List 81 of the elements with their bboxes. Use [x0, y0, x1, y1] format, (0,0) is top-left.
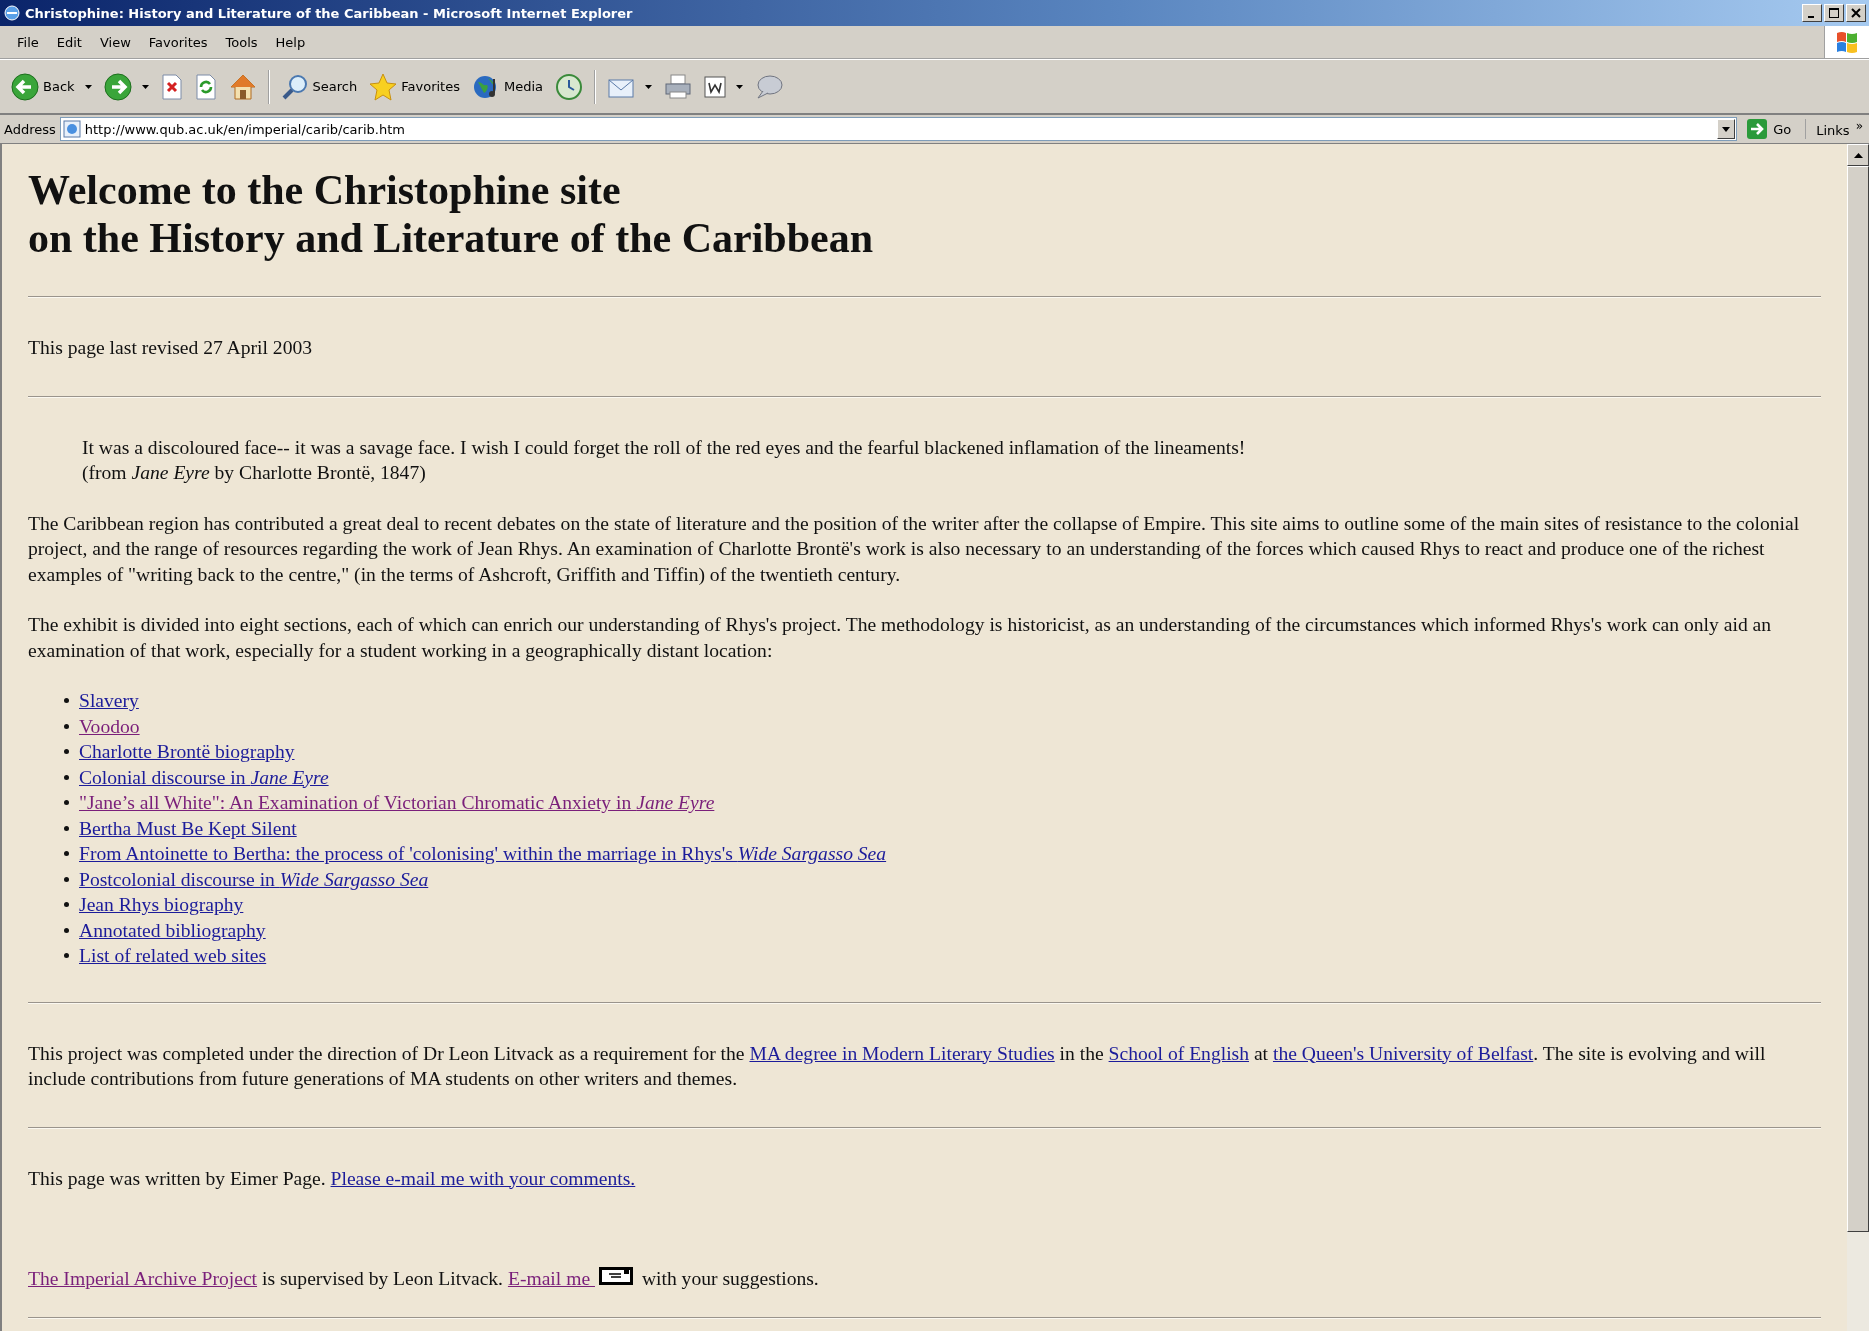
- bullet: [64, 774, 69, 780]
- menu-item[interactable]: Help: [266, 34, 315, 50]
- section-link[interactable]: Postcolonial discourse in Wide Sargasso Sea: [79, 866, 429, 892]
- paragraph: The Imperial Archive Project is supervised by Leon Litvack. E-mail me with your suggestions.: [28, 1266, 820, 1291]
- bullet: [64, 851, 69, 857]
- page-icon: [62, 120, 81, 138]
- home-icon: [228, 72, 257, 101]
- paragraph: The exhibit is divided into eight sections, each of which can enrich our understanding of Rhys's project. The methodology is historicist, as an understanding of the circumstances which informed Rhys's work can only aid an examination of that work, especially for a student working in a geographically distant location:: [28, 613, 1773, 663]
- quotation: It was a discoloured face-- it was a savage face. I wish I could forget the roll of the red eyes and the fearful blackened inflamation of the lineaments!: [82, 435, 1247, 460]
- caret-icon: [736, 84, 743, 89]
- document-icon: [704, 75, 726, 98]
- flag-logo-icon: [1834, 29, 1860, 55]
- menu-item[interactable]: File: [8, 34, 48, 50]
- quotation: (from Jane Eyre by Charlotte Brontë, 1847): [82, 461, 427, 485]
- link[interactable]: MA degree in Modern Literary Studies: [749, 1042, 1055, 1064]
- section-link[interactable]: From Antoinette to Bertha: the process of 'colonising' within the marriage in Rhys's Wide Sargasso Sea: [79, 841, 887, 867]
- paragraph: The Caribbean region has contributed a great deal to recent debates on the state of literature and the position of the writer after the collapse of Empire. This site aims to outline some of the main sites of resistance to the colonial project, and the range of resources regarding the work of Jean Rhys. An examination of Charlotte Brontë's work is also necessary to an understanding of the forces which caused Rhys to react and produce one of the richest examples of "writing back to the centre," (in the terms of Ashcroft, Griffith and Tiffin) of the twentieth century.: [28, 511, 1801, 587]
- menu-item[interactable]: Favorites: [139, 34, 217, 50]
- caret-icon: [141, 84, 149, 89]
- menu-item[interactable]: Edit: [47, 34, 91, 50]
- minimize-icon: [1808, 15, 1814, 18]
- bullet: [64, 876, 69, 882]
- paragraph: This page was written by Eimer Page. Please e-mail me with your comments.: [28, 1166, 637, 1191]
- stop-icon: [160, 73, 183, 100]
- close-button[interactable]: [1846, 4, 1866, 22]
- caret-icon: [84, 84, 92, 89]
- dropdown-button[interactable]: [1717, 119, 1736, 139]
- maximize-button[interactable]: [1824, 4, 1844, 22]
- scroll-up-button[interactable]: [1847, 144, 1869, 166]
- star-icon: [369, 72, 398, 101]
- bullet: [64, 749, 69, 755]
- caret-icon: [1722, 126, 1731, 132]
- caret-icon: [645, 84, 652, 89]
- caret-icon: [1853, 152, 1863, 158]
- section-link[interactable]: "Jane’s all White": An Examination of Victorian Chromatic Anxiety in Jane Eyre: [79, 790, 715, 816]
- menu-item[interactable]: View: [90, 34, 140, 50]
- arrow-right-icon: [1747, 119, 1768, 139]
- revision-date: This page last revised 27 April 2003: [28, 336, 314, 360]
- address-field[interactable]: http://www.qub.ac.uk/en/imperial/carib/carib.htm: [59, 117, 1738, 141]
- toolbar-button[interactable]: Search: [275, 70, 363, 103]
- section-link[interactable]: Colonial discourse in Jane Eyre: [79, 764, 329, 790]
- speech-bubble-icon: [755, 73, 783, 100]
- page-heading: Welcome to the Christophine site on the History and Literature of the Caribbean: [28, 166, 875, 262]
- link[interactable]: School of English: [1108, 1042, 1249, 1064]
- toolbar-button[interactable]: Media: [466, 70, 548, 103]
- search-icon: [280, 72, 309, 101]
- link[interactable]: Please e-mail me with your comments.: [330, 1167, 636, 1189]
- menu-item[interactable]: Tools: [216, 34, 267, 50]
- minimize-button[interactable]: [1802, 4, 1822, 22]
- browser-icon: [3, 4, 21, 22]
- go-button[interactable]: Go: [1741, 119, 1802, 139]
- clock-icon: [555, 72, 583, 101]
- section-link[interactable]: Annotated bibliography: [79, 917, 266, 943]
- section-link[interactable]: Charlotte Brontë biography: [79, 739, 295, 765]
- section-link[interactable]: Jean Rhys biography: [79, 892, 244, 918]
- bullet: [64, 698, 69, 704]
- bullet: [64, 723, 69, 729]
- bullet: [64, 927, 69, 933]
- bullet: [64, 953, 69, 959]
- bullet: [64, 902, 69, 908]
- maximize-icon: [1829, 8, 1839, 18]
- bullet: [64, 800, 69, 806]
- window-title: Christophine: History and Literature of the Caribbean - Microsoft Internet Explorer: [25, 5, 634, 21]
- arrow-right-icon: [103, 72, 132, 101]
- address-label: Address: [4, 121, 56, 137]
- section-link[interactable]: Slavery: [79, 688, 139, 714]
- bullet: [64, 825, 69, 831]
- section-link[interactable]: List of related web sites: [79, 943, 267, 969]
- envelope-icon[interactable]: [599, 1267, 633, 1287]
- toolbar-button[interactable]: Back: [6, 70, 97, 103]
- link[interactable]: The Imperial Archive Project: [28, 1268, 258, 1289]
- link[interactable]: the Queen's University of Belfast: [1272, 1042, 1534, 1064]
- section-link[interactable]: Voodoo: [79, 713, 140, 739]
- printer-icon: [664, 73, 692, 100]
- close-icon: [1851, 8, 1861, 18]
- refresh-icon: [194, 73, 217, 100]
- link[interactable]: E-mail me: [507, 1268, 595, 1289]
- arrow-left-icon: [11, 72, 39, 101]
- section-link[interactable]: Bertha Must Be Kept Silent: [79, 815, 297, 841]
- toolbar-button[interactable]: Favorites: [364, 70, 465, 103]
- paragraph: This project was completed under the direction of Dr Leon Litvack as a requirement for the MA degree in Modern Literary Studies in the School of English at the Queen's University of Belfast. The site is evolving and will include contributions from future generations of MA students on other writers and themes.: [28, 1041, 1767, 1091]
